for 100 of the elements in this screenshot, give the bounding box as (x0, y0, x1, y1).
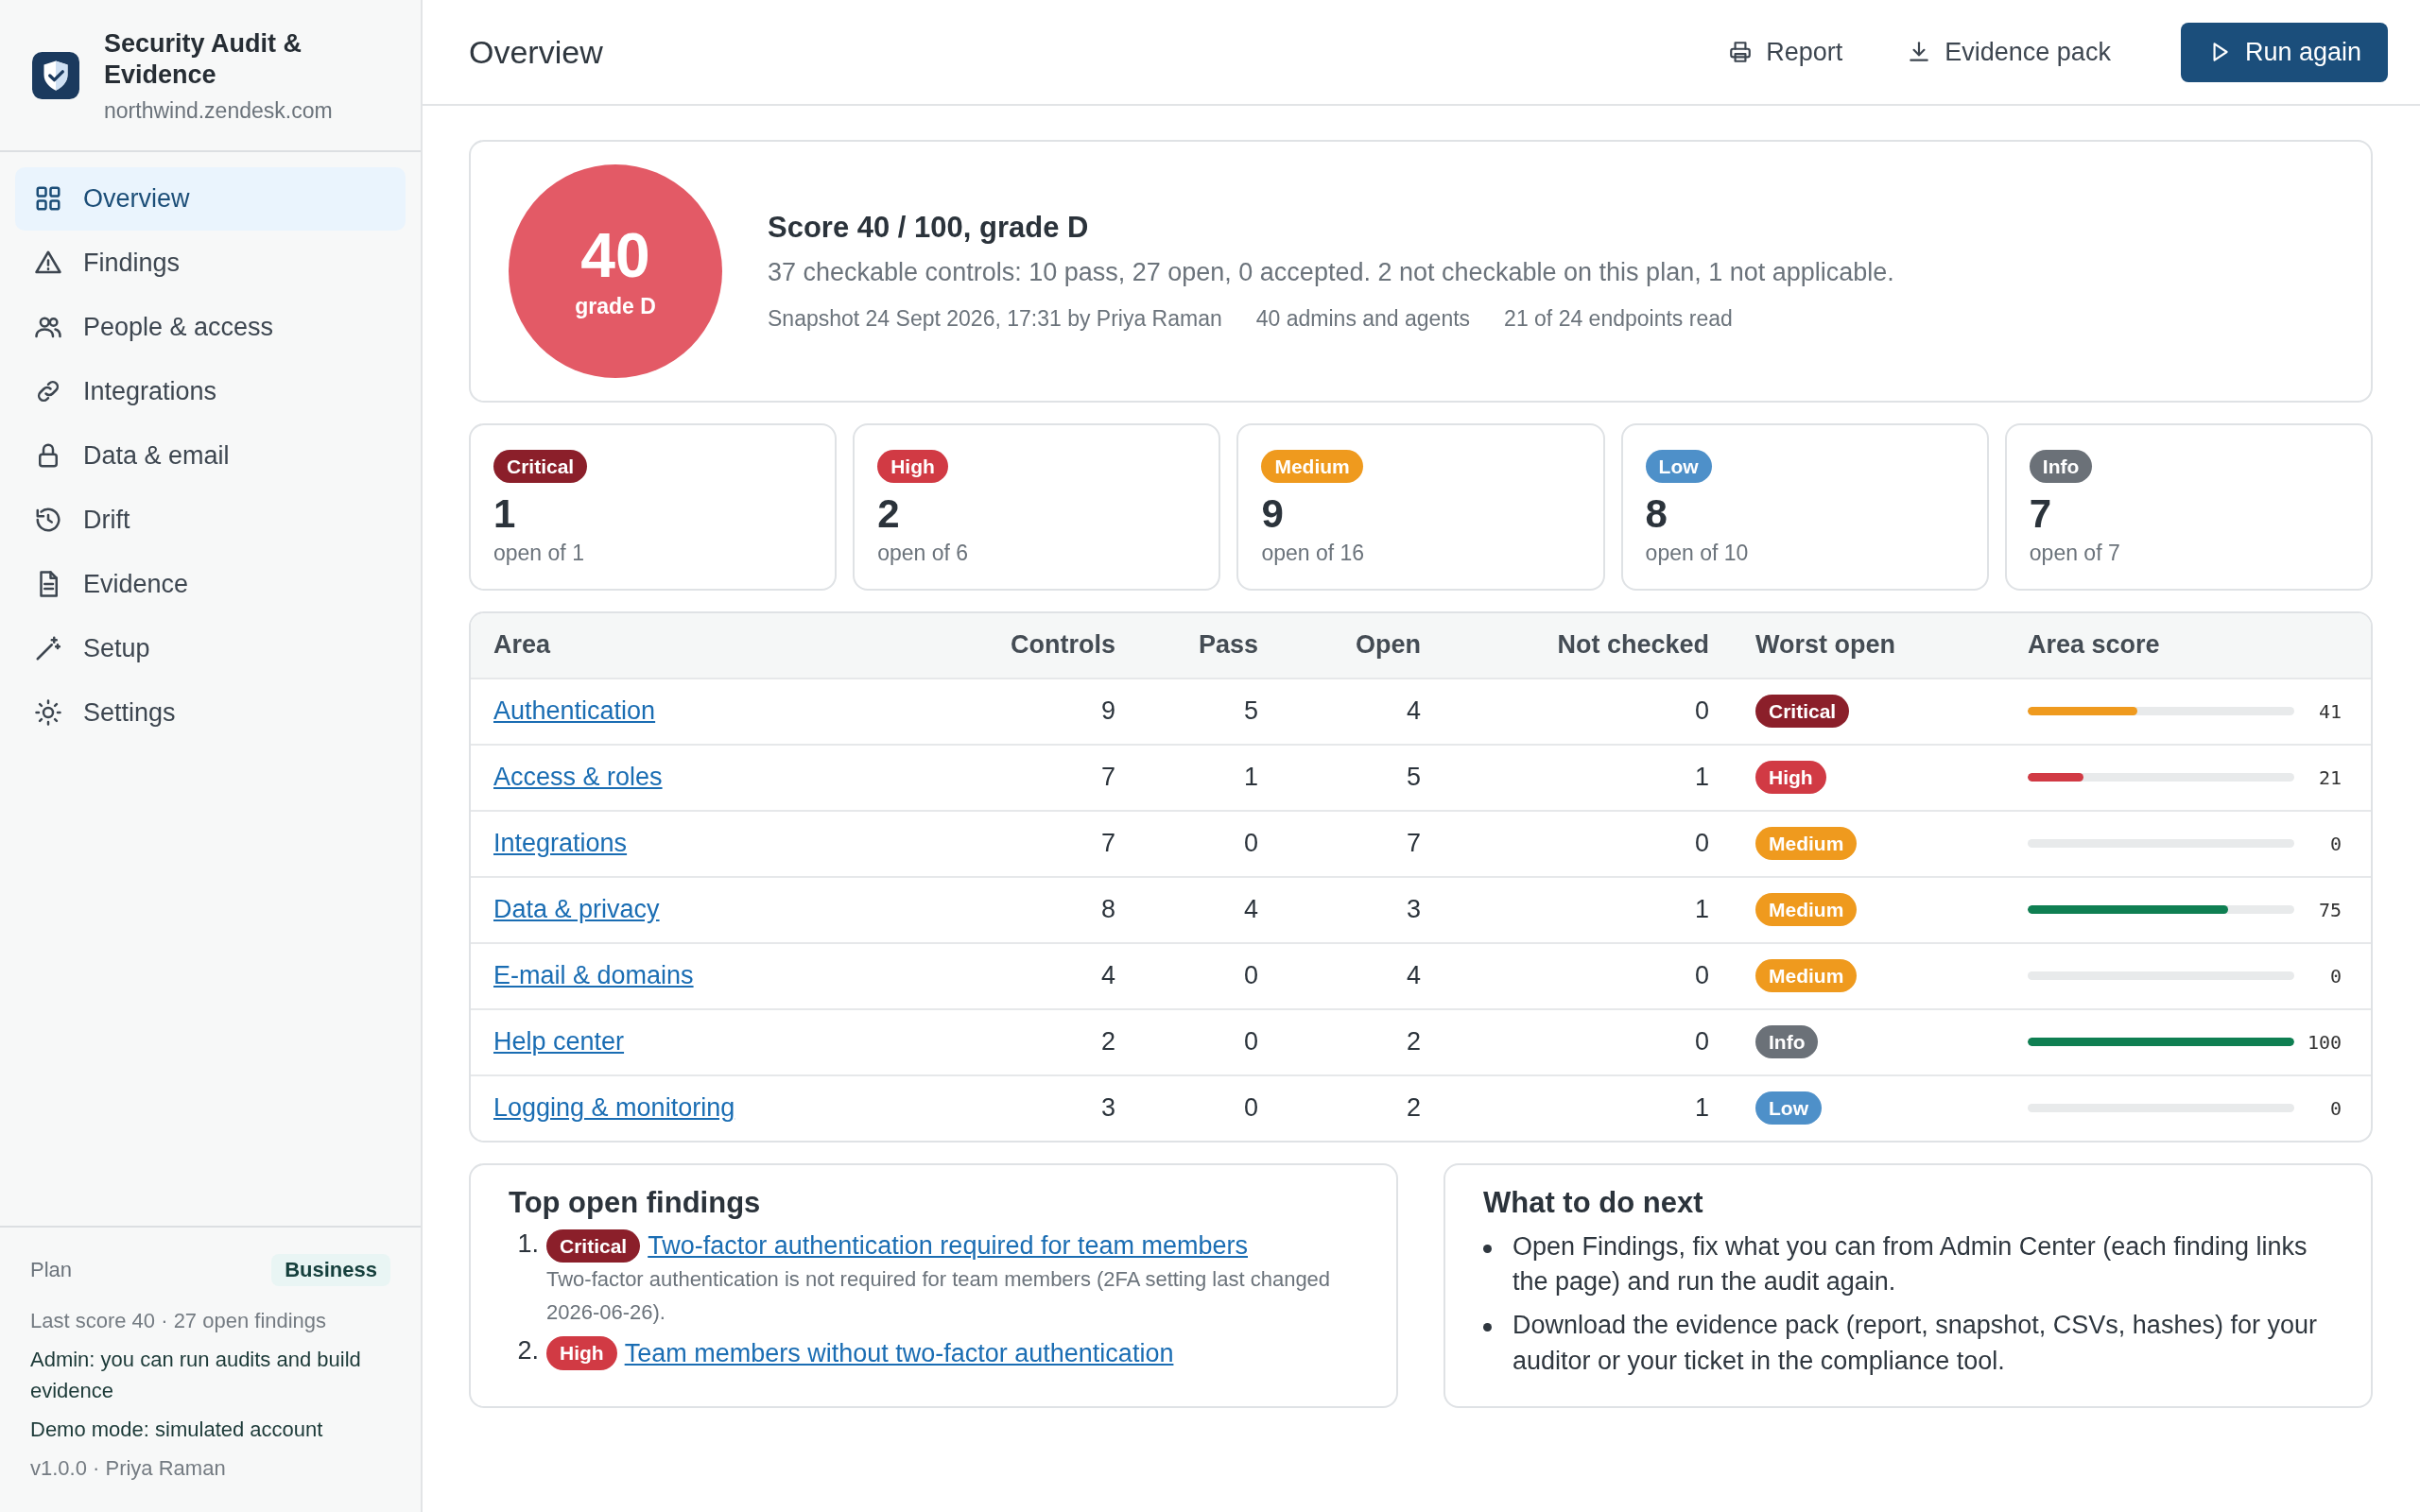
panel-title: What to do next (1483, 1185, 1704, 1220)
shield-logo-icon (32, 52, 79, 100)
score-reading: 21 (2317, 765, 2342, 789)
sidebar-item[interactable]: People & access (15, 295, 406, 359)
bullet-icon (1483, 1244, 1492, 1253)
printer-icon (1728, 40, 1754, 64)
severity-badge: Critical (493, 450, 588, 484)
sidebar-item[interactable]: Settings (15, 680, 406, 745)
sidebar-item[interactable]: Evidence (15, 552, 406, 616)
table-cell-text: 0 (1693, 961, 1709, 991)
column-header: Area score (2028, 630, 2161, 661)
score-reading: 0 (2328, 1096, 2342, 1120)
open-detail: open of 6 (877, 540, 969, 566)
severity-badge: Critical (546, 1228, 641, 1263)
severity-badge: Medium (1261, 450, 1363, 484)
table-cell-text: 8 (1099, 895, 1115, 925)
open-count: 9 (1261, 490, 1284, 539)
score-summary: 37 checkable controls: 10 pass, 27 open, 0 accepted. 2 not checkable on this plan, 1 not applicable. (768, 258, 1894, 287)
settings-icon (34, 698, 62, 728)
snapshot-meta: Snapshot 24 Sept 2026, 17:31 by Priya Raman (768, 306, 1222, 332)
table-cell-text: 0 (1242, 829, 1258, 859)
table-cell-text: 4 (1405, 961, 1421, 991)
area-link[interactable]: Access & roles (493, 763, 663, 792)
column-header: Worst open (1754, 630, 1896, 661)
table-cell-text: 0 (1693, 829, 1709, 859)
score-reading: 0 (2328, 832, 2342, 855)
score-reading: 0 (2328, 964, 2342, 988)
step-text: Open Findings, fix what you can from Admin Center (each finding links the page) and run the audit again. (1512, 1230, 2308, 1298)
severity-badge: High (546, 1336, 617, 1370)
column-header: Area (493, 630, 552, 661)
score-grade: grade D (575, 293, 656, 319)
column-header: Controls (1010, 630, 1115, 661)
footer-text: Last score 40 · 27 open findings (30, 1308, 328, 1334)
area-link[interactable]: E-mail & domains (493, 961, 694, 990)
toolbar-button[interactable]: Report (1705, 24, 1866, 80)
table-cell-text: 5 (1242, 696, 1258, 727)
finding-link[interactable]: Two-factor authentication required for team members (648, 1230, 1248, 1261)
finding-description: Two-factor authentication is not required for team members (2FA setting last changed 2026-06-26). (546, 1266, 1332, 1327)
table-cell-text: 2 (1405, 1093, 1421, 1124)
open-detail: open of 10 (1645, 540, 1749, 566)
table-cell-text: 4 (1099, 961, 1115, 991)
area-link[interactable]: Logging & monitoring (493, 1093, 735, 1123)
severity-badge: Medium (1755, 959, 1858, 993)
table-cell-text: 1 (1693, 1093, 1709, 1124)
score-reading: 100 (2307, 1030, 2342, 1054)
severity-badge: Medium (1755, 827, 1858, 861)
score-title: Score 40 / 100, grade D (768, 211, 1090, 245)
severity-badge: Low (1755, 1091, 1822, 1125)
table-cell-text: 2 (1405, 1027, 1421, 1057)
footer-text: Demo mode: simulated account (30, 1417, 324, 1443)
toolbar-button[interactable]: Evidence pack (1884, 24, 2134, 80)
table-cell-text: 1 (1693, 763, 1709, 793)
sidebar-item[interactable]: Findings (15, 231, 406, 295)
page-title: Overview (469, 33, 603, 71)
score-reading: 75 (2317, 898, 2342, 921)
area-link[interactable]: Integrations (493, 829, 628, 858)
table-cell-text: 0 (1693, 696, 1709, 727)
table-cell-text: 1 (1242, 763, 1258, 793)
app-title: Security Audit & Evidence (104, 28, 303, 91)
snapshot-meta: 40 admins and agents (1255, 306, 1471, 332)
footer-text: v1.0.0 · Priya Raman (30, 1455, 227, 1482)
score-value: 40 (580, 223, 650, 286)
panel-title: Top open findings (509, 1185, 762, 1220)
severity-badge: High (1755, 761, 1826, 795)
account-domain: northwind.zendesk.com (104, 97, 334, 124)
severity-badge: Info (2029, 450, 2093, 484)
area-link[interactable]: Data & privacy (493, 895, 660, 924)
column-header: Not checked (1556, 630, 1709, 661)
open-detail: open of 16 (1261, 540, 1365, 566)
list-number: 1. (516, 1228, 539, 1260)
sidebar-item[interactable]: Drift (15, 488, 406, 552)
area-link[interactable]: Authentication (493, 696, 656, 726)
open-detail: open of 1 (493, 540, 584, 566)
list-number: 2. (516, 1336, 539, 1367)
table-cell-text: 0 (1242, 1027, 1258, 1057)
step-text: Download the evidence pack (report, snapshot, CSVs, hashes) for your auditor or your ticket in the compliance tool. (1512, 1310, 2318, 1378)
open-count: 8 (1645, 490, 1668, 539)
wand-icon (34, 634, 62, 663)
table-cell-text: 4 (1242, 895, 1258, 925)
severity-badge: Critical (1755, 695, 1850, 729)
sidebar-item[interactable]: Integrations (15, 359, 406, 423)
score-reading: 41 (2317, 699, 2342, 723)
footer-text: Admin: you can run audits and build evidence (30, 1347, 362, 1404)
run-again-button[interactable]: Run again (2180, 22, 2388, 82)
sidebar-item[interactable]: Overview (15, 166, 406, 231)
severity-badge: Low (1645, 450, 1712, 484)
sidebar-item[interactable]: Setup (15, 616, 406, 680)
table-cell-text: 2 (1099, 1027, 1115, 1057)
sidebar-item[interactable]: Data & email (15, 423, 406, 488)
table-cell-text: 1 (1693, 895, 1709, 925)
finding-link[interactable]: Team members without two-factor authentication (624, 1338, 1174, 1368)
open-count: 2 (877, 490, 900, 539)
table-cell-text: 7 (1405, 829, 1421, 859)
table-cell-text: 0 (1693, 1027, 1709, 1057)
severity-badge: Info (1755, 1025, 1819, 1059)
column-header: Open (1355, 630, 1421, 661)
table-cell-text: 5 (1405, 763, 1421, 793)
open-detail: open of 7 (2029, 540, 2120, 566)
area-link[interactable]: Help center (493, 1027, 625, 1057)
column-header: Pass (1197, 630, 1258, 661)
